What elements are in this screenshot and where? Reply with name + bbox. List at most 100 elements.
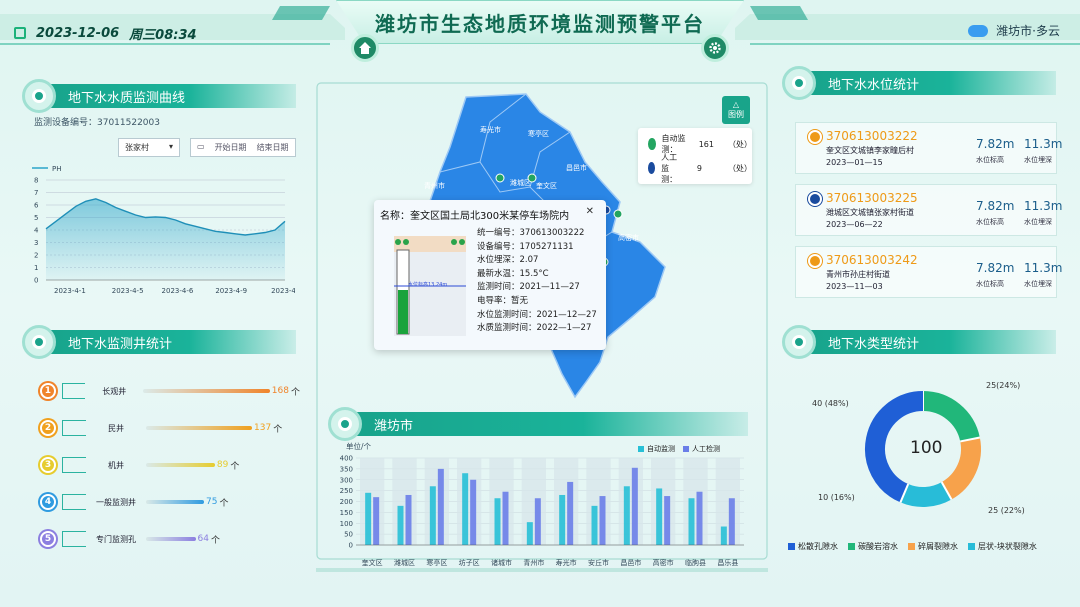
x-tick-label: 寿光市 xyxy=(556,558,577,567)
well-name: 一般监测井 xyxy=(96,497,136,507)
well-bar xyxy=(146,500,205,504)
donut-label-d: 40 (48%) xyxy=(812,399,849,408)
village-select[interactable]: 张家村 ▾ xyxy=(118,138,180,157)
well-name: 机井 xyxy=(108,460,124,470)
well-bar xyxy=(146,426,252,430)
legend-manual: 人工监测： 9 （处） xyxy=(638,153,752,184)
district-label: 高密市 xyxy=(618,233,639,242)
bar xyxy=(559,494,566,545)
bar-band xyxy=(586,458,611,545)
y-tick-label: 250 xyxy=(340,487,353,495)
bar xyxy=(688,498,695,545)
level-elevation-value: 7.82m xyxy=(976,199,1015,213)
well-bar xyxy=(146,537,196,541)
drop-icon xyxy=(808,254,822,268)
types-title: 地下水类型统计 xyxy=(828,336,920,352)
y-tick-label: 50 xyxy=(344,531,353,539)
water-level-mark: 水位标高13.24m xyxy=(408,282,448,288)
bracket xyxy=(62,494,86,510)
drop-icon xyxy=(648,138,656,150)
level-card[interactable]: 370613003225 潍城区文城镇张家村街道 2023—06—22 7.82… xyxy=(795,184,1062,236)
popup-close-button[interactable]: ✕ xyxy=(586,206,594,217)
bar-band xyxy=(489,458,514,545)
well-address: 青州市孙庄村街道 xyxy=(826,270,890,279)
bar xyxy=(397,505,404,545)
level-elevation-value: 7.82m xyxy=(976,261,1015,275)
legend-swatch xyxy=(848,543,855,550)
donut-slice xyxy=(900,481,952,507)
y-tick-label: 2 xyxy=(34,252,38,260)
weather-display: 潍坊市·多云 xyxy=(968,18,1060,39)
wells-list: 1 长观井 168 个2 民井 137 个3 机井 89 个4 一般监测井 75… xyxy=(40,380,300,565)
rank-badge: 4 xyxy=(40,494,56,510)
well-date: 2023—11—03 xyxy=(826,282,883,291)
end-date-input[interactable]: 结束日期 xyxy=(257,142,289,153)
map-legend-button[interactable]: △ 图例 xyxy=(722,96,750,124)
level-card[interactable]: 370613003242 青州市孙庄村街道 2023—11—03 7.82m 水… xyxy=(795,246,1062,298)
x-tick-label: 诸城市 xyxy=(491,558,512,567)
y-tick-label: 1 xyxy=(34,264,38,272)
bar xyxy=(429,486,436,545)
level-depth-value: 11.3m xyxy=(1024,137,1063,151)
bar xyxy=(470,479,477,545)
x-tick-label: 2023-4-5 xyxy=(112,287,144,295)
bar xyxy=(696,491,703,545)
well-value: 64 xyxy=(197,534,209,544)
well-code: 370613003225 xyxy=(826,191,918,205)
drop-icon xyxy=(808,192,822,206)
donut-label-b: 25 (22%) xyxy=(988,506,1025,515)
x-tick-label: 安丘市 xyxy=(588,558,609,567)
x-tick-label: 坊子区 xyxy=(459,558,480,567)
legend-manual-unit: （处） xyxy=(728,163,752,173)
well-name: 民井 xyxy=(108,423,124,433)
well-value: 89 xyxy=(216,460,229,470)
popup-detail-row: 监测时间：2021—11—27 xyxy=(477,282,580,293)
donut-label-a: 25(24%) xyxy=(986,381,1021,390)
well-name: 长观井 xyxy=(102,386,127,396)
popup-site-name: 名称：奎文区国土局北300米某停车场院内 xyxy=(380,211,570,222)
x-tick-label: 2023-4-6 xyxy=(162,287,194,295)
bar-band xyxy=(392,458,417,545)
levels-title: 地下水水位统计 xyxy=(828,77,920,93)
types-legend-item: 碎屑裂隙水 xyxy=(918,542,958,551)
level-depth-value: 11.3m xyxy=(1024,261,1063,275)
types-section-header: 地下水类型统计 xyxy=(782,325,1056,359)
bar xyxy=(437,468,444,545)
date-range-picker[interactable]: ▭ 开始日期 结束日期 xyxy=(190,138,296,157)
well-unit: 个 xyxy=(219,498,229,509)
well-row: 4 一般监测井 75 个 xyxy=(40,491,300,513)
legend-auto-unit: （处） xyxy=(728,139,752,149)
ph-line-chart: PH 8 7 6 5 4 3 2 1 0 2023-4-1 2023-4-5 2023-4-6 2023-… xyxy=(32,165,295,295)
settings-button[interactable] xyxy=(701,34,729,62)
well-row: 1 长观井 168 个 xyxy=(40,380,300,402)
legend-manual-label: 人工监测： xyxy=(661,152,678,184)
bar-band xyxy=(683,458,708,545)
bar xyxy=(494,498,501,545)
popup-detail-row: 统一编号：370613003222 xyxy=(477,228,585,238)
x-tick-label: 寒亭区 xyxy=(426,558,447,567)
y-tick-label: 3 xyxy=(34,239,38,247)
level-card[interactable]: 370613003222 奎文区文城镇李家疃后村 2023—01—15 7.82… xyxy=(795,122,1062,174)
clock-icon xyxy=(14,27,26,39)
types-legend: 松散孔隙水 碳酸岩溶水 碎屑裂隙水 层状-块状裂隙水 xyxy=(788,541,1037,552)
legend-swatch xyxy=(908,543,915,550)
popup-detail-row: 电导率：暂无 xyxy=(477,295,529,306)
bar xyxy=(720,526,727,545)
y-tick-label: 150 xyxy=(340,509,353,517)
y-tick-label: 7 xyxy=(34,189,38,197)
map-legend: 自动监测： 161 （处） 人工监测： 9 （处） xyxy=(638,128,752,184)
site-info-popup: 名称：奎文区国土局北300米某停车场院内 ✕ 水位标高13.24m 统一编号：3… xyxy=(374,200,606,350)
date-text: 2023-12-06 xyxy=(36,25,120,41)
popup-detail-row: 设备编号：1705271131 xyxy=(477,241,574,252)
rank-badge: 1 xyxy=(40,383,56,399)
well-date: 2023—06—22 xyxy=(826,220,883,229)
y-tick-label: 6 xyxy=(34,202,39,210)
home-button[interactable] xyxy=(351,34,379,62)
start-date-input[interactable]: 开始日期 xyxy=(215,142,247,153)
district-label: 昌邑市 xyxy=(566,163,587,172)
calendar-icon: ▭ xyxy=(197,142,205,151)
popup-detail-row: 最新水温：15.5°C xyxy=(477,268,549,279)
bracket xyxy=(62,457,86,473)
level-elevation-label: 水位标高 xyxy=(976,280,1004,288)
popup-details: 统一编号：370613003222 设备编号：1705271131 水位埋深：2.0… xyxy=(477,227,597,336)
